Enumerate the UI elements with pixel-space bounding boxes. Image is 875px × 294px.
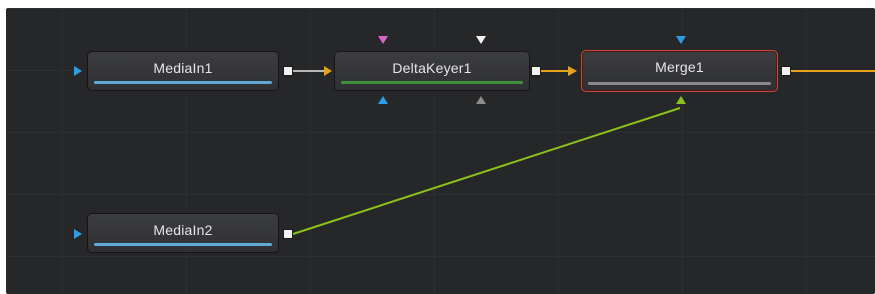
wire-arrow-deltakeyer1-input: [324, 66, 332, 76]
deltakeyer1-clean-plate-input-icon[interactable]: [476, 96, 486, 104]
node-label: MediaIn1: [153, 60, 213, 76]
deltakeyer1-garbage-matte-input-icon[interactable]: [378, 36, 388, 44]
node-merge1[interactable]: Merge1: [581, 50, 778, 92]
node-color-bar: [588, 82, 771, 85]
node-deltakeyer1[interactable]: DeltaKeyer1: [334, 51, 530, 91]
node-editor-canvas[interactable]: MediaIn1 DeltaKeyer1 Merge1 MediaIn2: [6, 8, 875, 294]
merge1-output-port[interactable]: [781, 66, 791, 76]
node-color-bar: [94, 81, 272, 84]
mediain2-output-port[interactable]: [283, 229, 293, 239]
node-color-bar: [94, 243, 272, 246]
merge1-foreground-input-icon[interactable]: [676, 96, 686, 104]
node-mediain1[interactable]: MediaIn1: [87, 51, 279, 91]
node-label: Merge1: [655, 59, 704, 75]
mediain1-input-triangle-icon[interactable]: [74, 66, 82, 76]
mediain1-output-port[interactable]: [283, 66, 293, 76]
node-mediain2[interactable]: MediaIn2: [87, 213, 279, 253]
deltakeyer1-solid-matte-input-icon[interactable]: [476, 36, 486, 44]
wire-mediain2-to-merge1[interactable]: [292, 107, 681, 235]
deltakeyer1-output-port[interactable]: [531, 66, 541, 76]
node-color-bar: [341, 81, 523, 84]
node-label: DeltaKeyer1: [392, 60, 472, 76]
node-label: MediaIn2: [153, 222, 213, 238]
merge1-effect-mask-input-icon[interactable]: [676, 36, 686, 44]
wire-arrow-merge1-background: [568, 66, 577, 76]
mediain2-input-triangle-icon[interactable]: [74, 229, 82, 239]
deltakeyer1-effect-mask-input-icon[interactable]: [378, 96, 388, 104]
